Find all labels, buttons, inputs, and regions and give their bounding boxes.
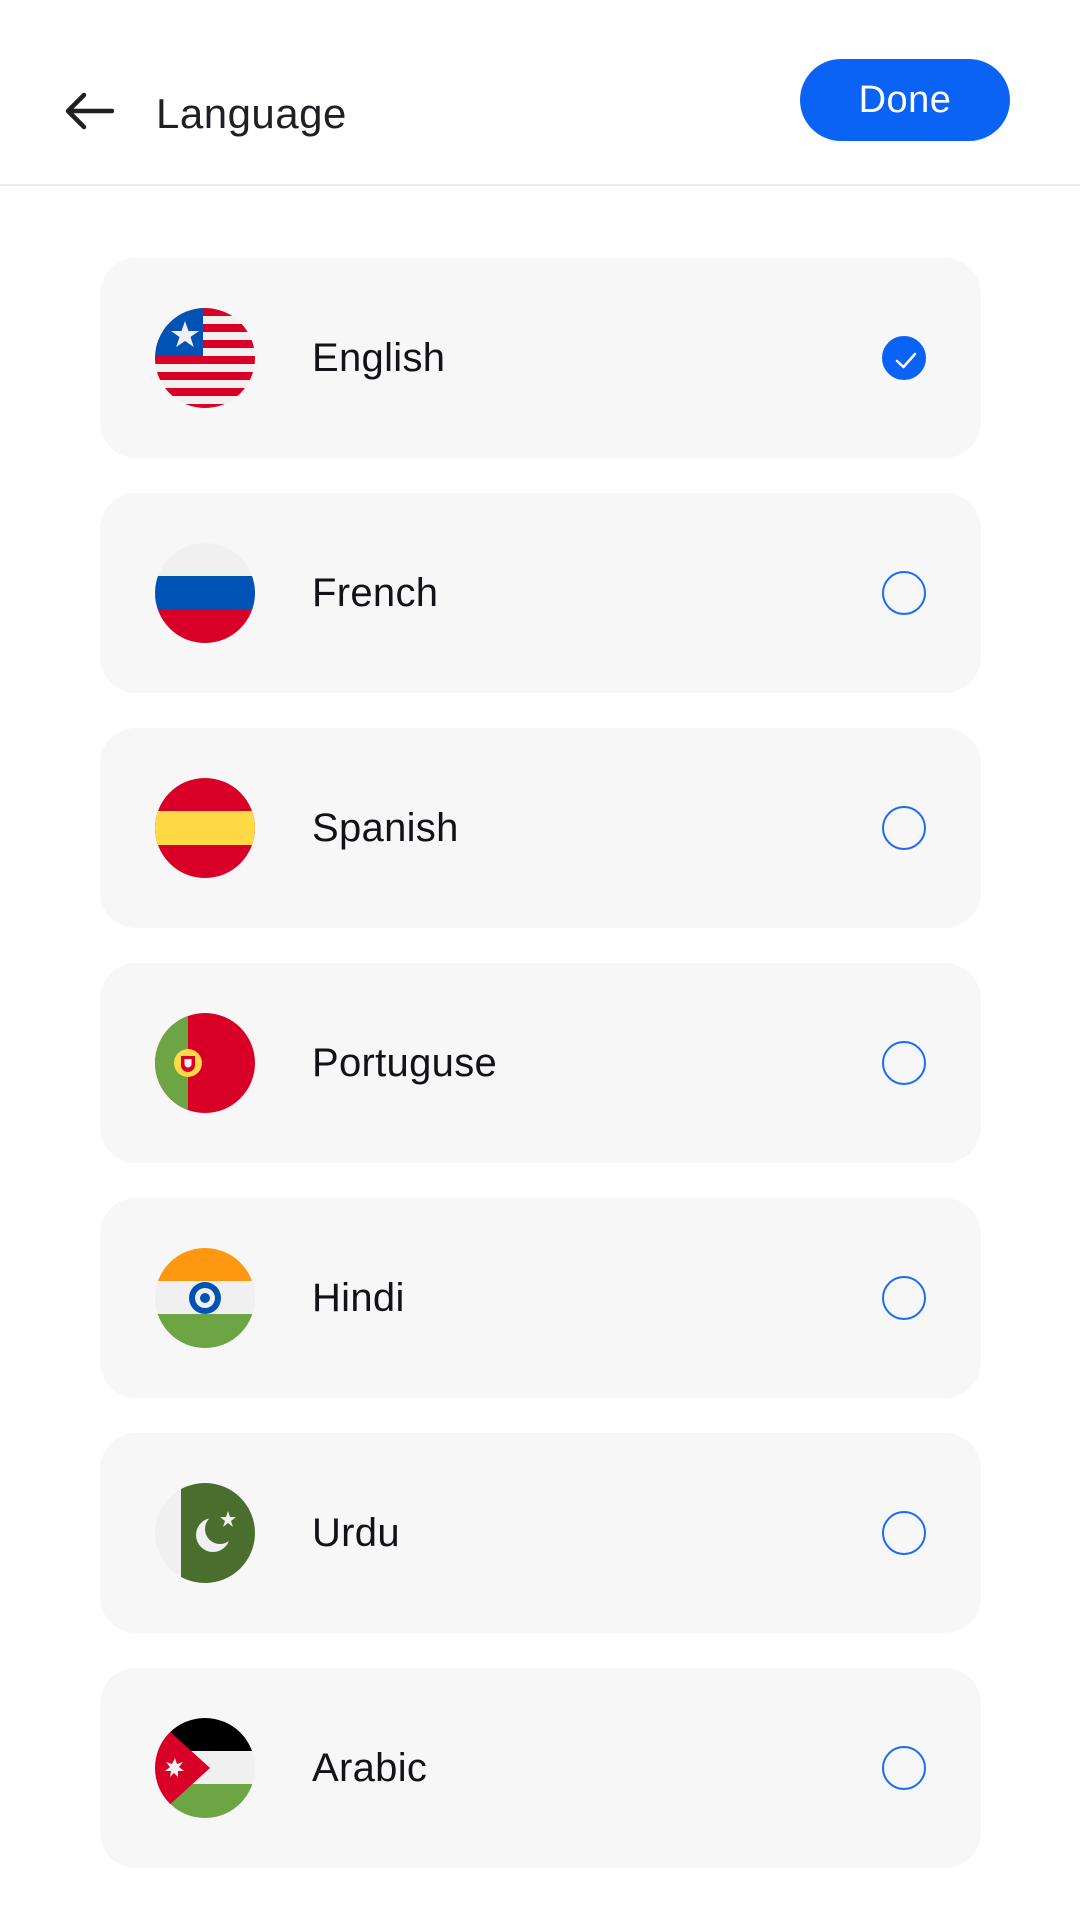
language-item-portuguese[interactable]: Portuguse [100, 963, 981, 1163]
radio-unselected[interactable] [882, 1511, 926, 1555]
done-button[interactable]: Done [800, 59, 1010, 141]
app-header: Language Done [0, 0, 1080, 186]
language-item-urdu[interactable]: Urdu [100, 1433, 981, 1633]
radio-unselected[interactable] [882, 1746, 926, 1790]
language-screen: Language Done English French Spanish Por… [0, 0, 1080, 1920]
language-item-spanish[interactable]: Spanish [100, 728, 981, 928]
us-flag-icon [155, 308, 255, 408]
language-label: French [312, 571, 439, 615]
language-item-french[interactable]: French [100, 493, 981, 693]
checkmark-icon [895, 352, 917, 369]
language-label: Spanish [312, 806, 459, 850]
pakistan-flag-icon [155, 1483, 255, 1583]
language-list: English French Spanish Portuguse Hindi U… [100, 258, 981, 1903]
india-flag-icon [155, 1248, 255, 1348]
spain-flag-icon [155, 778, 255, 878]
radio-selected[interactable] [882, 336, 926, 380]
language-item-hindi[interactable]: Hindi [100, 1198, 981, 1398]
page-title: Language [156, 90, 347, 137]
language-label: Urdu [312, 1511, 400, 1555]
language-label: English [312, 336, 446, 380]
language-item-arabic[interactable]: Arabic [100, 1668, 981, 1868]
language-label: Portuguse [312, 1041, 498, 1085]
language-label: Arabic [312, 1746, 428, 1790]
portugal-flag-icon [155, 1013, 255, 1113]
back-button[interactable] [60, 82, 118, 140]
language-label: Hindi [312, 1276, 405, 1320]
radio-unselected[interactable] [882, 1276, 926, 1320]
radio-unselected[interactable] [882, 806, 926, 850]
radio-unselected[interactable] [882, 1041, 926, 1085]
jordan-flag-icon [155, 1718, 255, 1818]
arrow-left-icon [65, 92, 114, 130]
language-item-english[interactable]: English [100, 258, 981, 458]
radio-unselected[interactable] [882, 571, 926, 615]
russia-flag-icon [155, 543, 255, 643]
